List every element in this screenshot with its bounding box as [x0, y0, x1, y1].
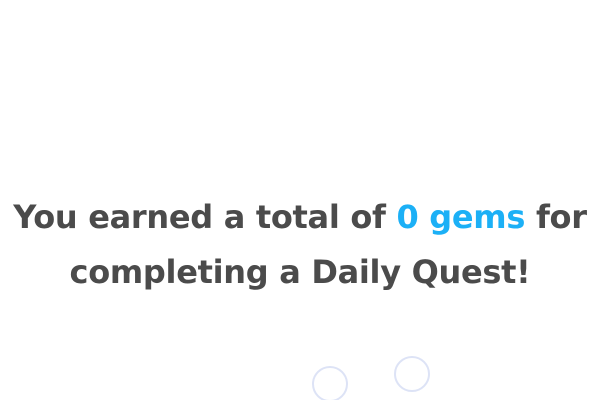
reward-message: You earned a total of 0 gems for complet… — [0, 190, 600, 300]
reward-text-prefix: You earned a total of — [13, 198, 386, 236]
ring-icon — [394, 356, 430, 392]
reward-message-line-2: completing a Daily Quest! — [69, 253, 531, 291]
reward-message-line-1: You earned a total of 0 gems for — [0, 190, 600, 245]
quest-reward-screen: You earned a total of 0 gems for complet… — [0, 0, 600, 400]
gems-earned-amount: 0 gems — [396, 198, 526, 236]
reward-text-suffix: for — [535, 198, 587, 236]
ring-icon — [312, 366, 348, 400]
